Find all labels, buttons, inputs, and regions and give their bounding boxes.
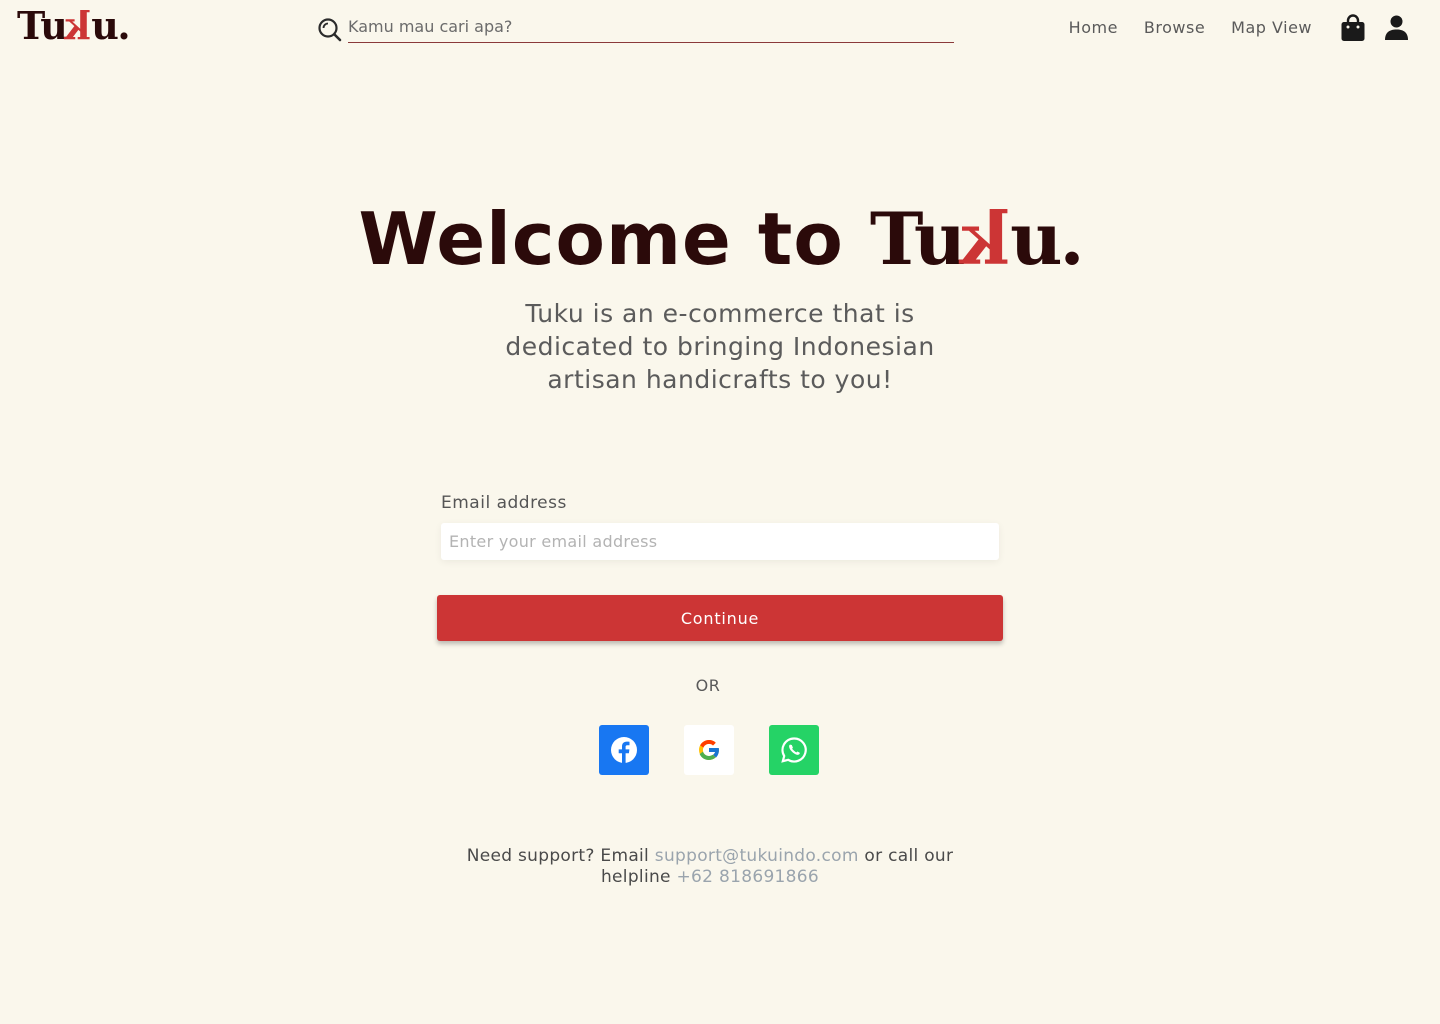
facebook-login-button[interactable]	[599, 725, 649, 775]
logo[interactable]: Tuku.	[17, 2, 131, 50]
hero-subtitle: Tuku is an e-commerce that is dedicated …	[505, 299, 935, 394]
nav-browse[interactable]: Browse	[1144, 18, 1205, 37]
search-bar	[317, 14, 954, 44]
search-input[interactable]	[348, 14, 954, 43]
support-email-link[interactable]: support@tukuindo.com	[655, 846, 859, 866]
brand-name: Tuku.	[869, 196, 1085, 281]
support-phone-link[interactable]: +62 818691866	[677, 867, 820, 887]
welcome-title: Welcome to Tuku.	[358, 196, 1085, 281]
nav-map-view[interactable]: Map View	[1231, 18, 1312, 37]
whatsapp-icon	[781, 737, 807, 763]
search-icon[interactable]	[317, 17, 343, 43]
email-field[interactable]	[441, 523, 999, 560]
whatsapp-login-button[interactable]	[769, 725, 819, 775]
main-nav: Home Browse Map View	[1069, 18, 1312, 37]
facebook-icon	[611, 737, 637, 763]
user-icon[interactable]	[1384, 15, 1409, 40]
or-divider: OR	[695, 676, 721, 695]
header: Tuku. Home Browse Map View	[0, 0, 1440, 60]
google-icon	[699, 740, 720, 760]
continue-button[interactable]: Continue	[437, 595, 1003, 641]
google-login-button[interactable]	[684, 725, 734, 775]
support-text: Need support? Email support@tukuindo.com…	[466, 846, 954, 887]
nav-home[interactable]: Home	[1069, 18, 1118, 37]
email-label: Email address	[441, 493, 567, 513]
shopping-bag-icon[interactable]	[1340, 14, 1366, 42]
